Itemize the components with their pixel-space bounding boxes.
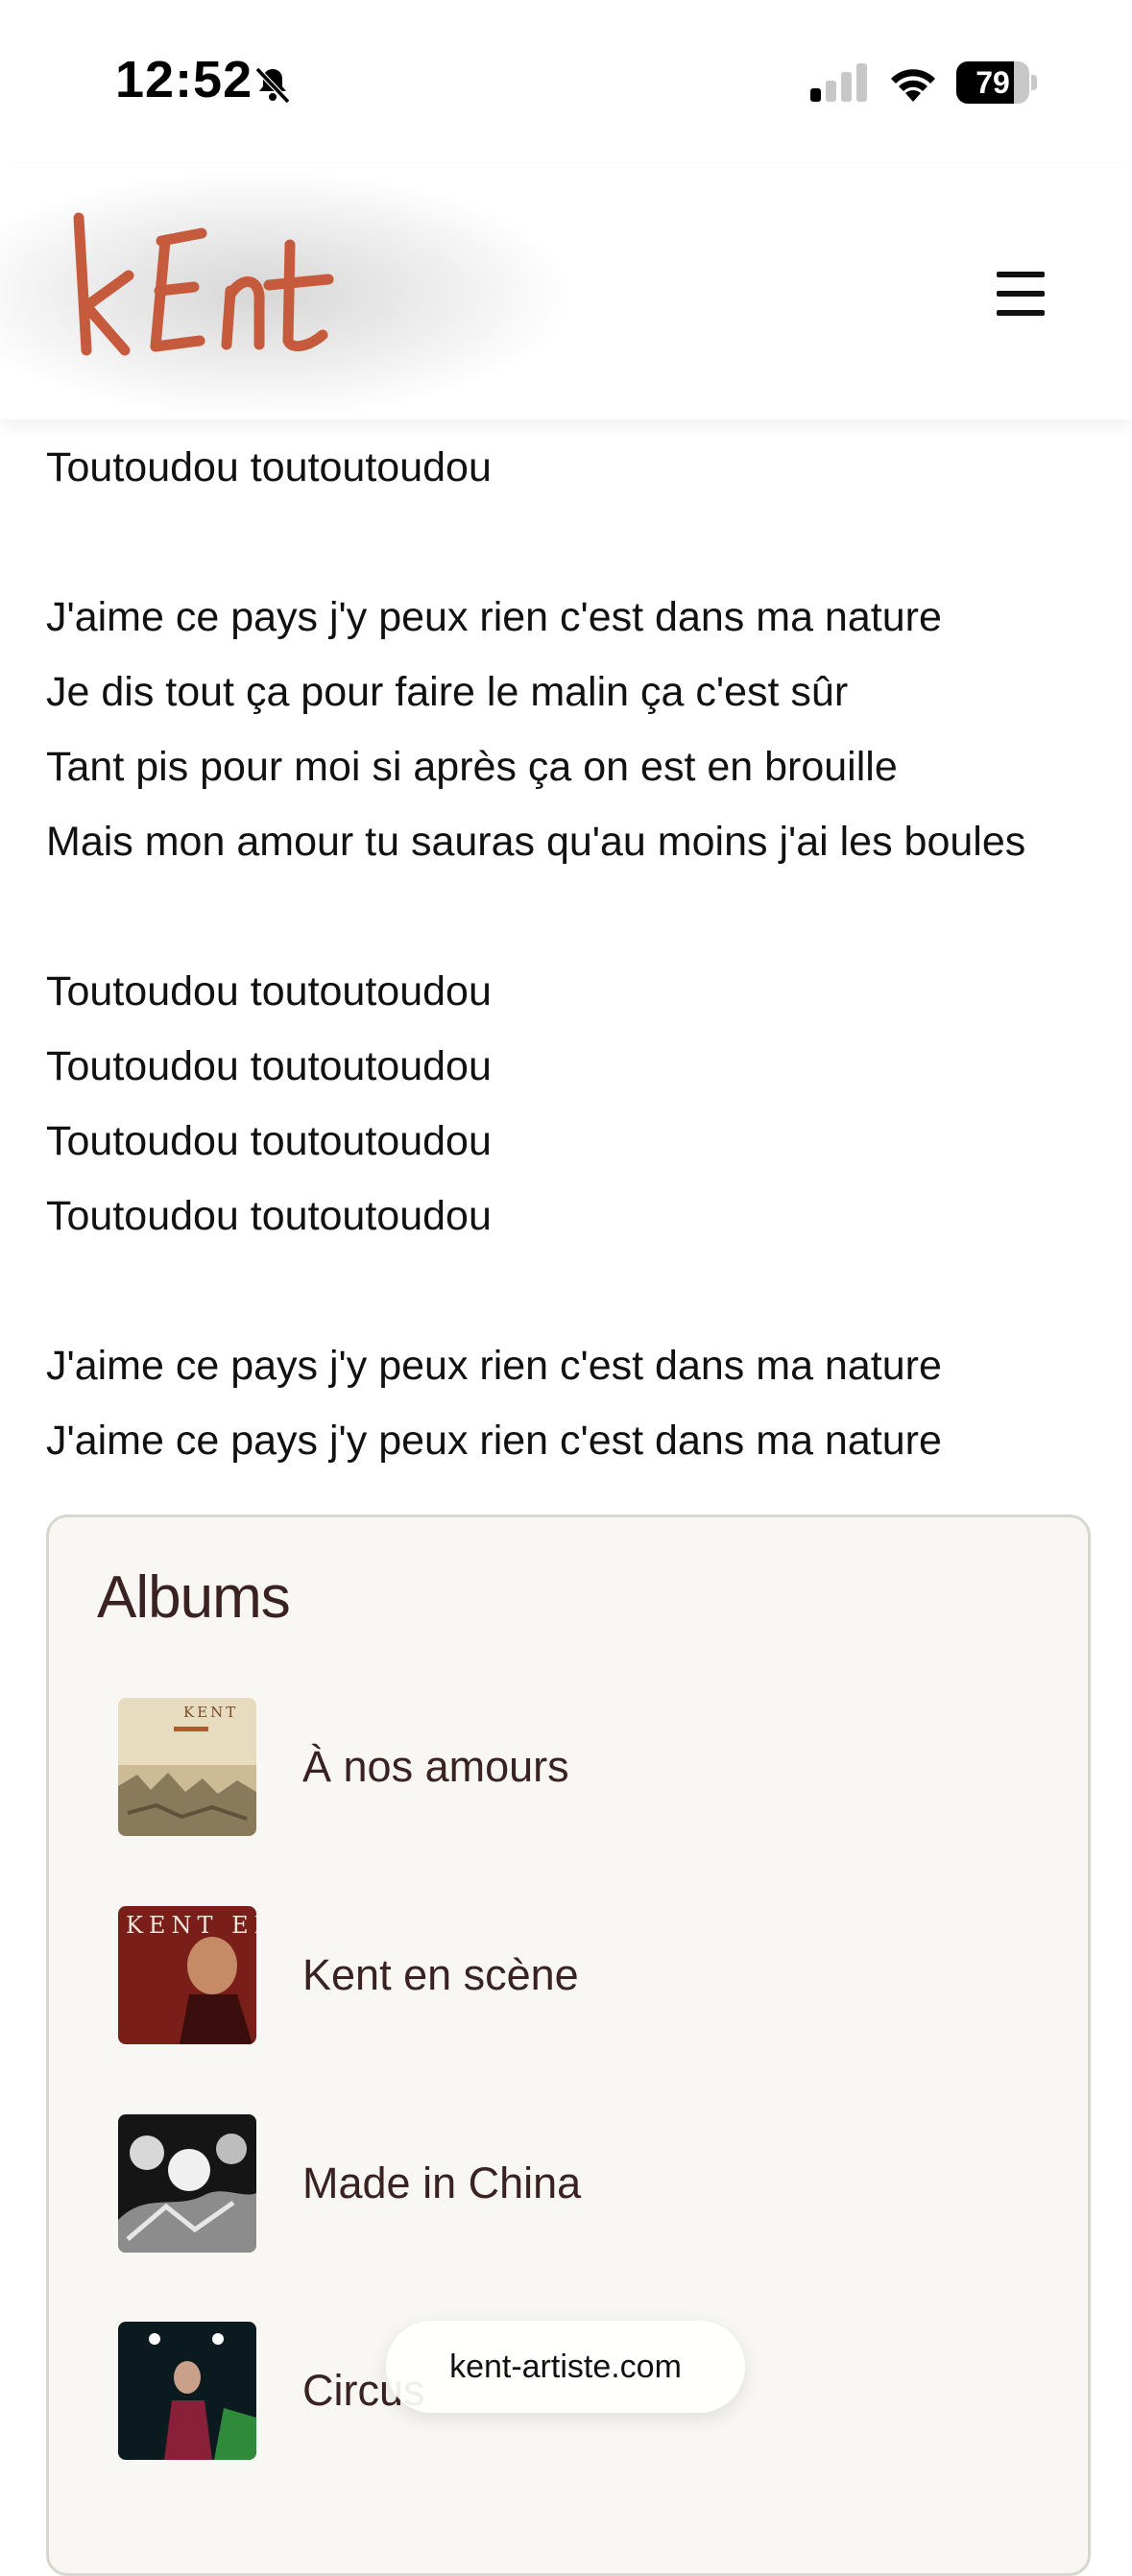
muted-bell-icon xyxy=(254,66,291,105)
kent-en-scene-cover-text: KENT EN SCENE xyxy=(126,1912,256,1939)
a-nos-amours-cover-text: KENT xyxy=(183,1704,238,1721)
album-title: Kent en scène xyxy=(302,1950,579,1999)
browser-address-bar[interactable]: kent-artiste.com xyxy=(386,2321,745,2413)
site-logo[interactable] xyxy=(0,168,576,419)
lyric-line: J'aime ce pays j'y peux rien c'est dans … xyxy=(46,1418,942,1464)
lyric-line: Toutoudou toutoutoudou xyxy=(46,1118,492,1164)
album-cover-kent-en-scene: KENT EN SCENE xyxy=(118,1906,256,2044)
battery-percent: 79 xyxy=(975,65,1010,100)
status-time: 12:52 xyxy=(115,51,253,108)
album-item-a-nos-amours[interactable]: KENT À nos amours xyxy=(118,1698,982,1836)
lyric-line: Toutoudou toutoutoudou xyxy=(46,1043,492,1089)
lyric-line: J'aime ce pays j'y peux rien c'est dans … xyxy=(46,1343,942,1389)
battery-icon: 79 xyxy=(956,61,1037,104)
hamburger-menu-button[interactable] xyxy=(975,250,1068,337)
lyric-line: Toutoudou toutoutoudou xyxy=(46,444,492,490)
song-lyrics: Toutoudou toutoutoudou J'aime ce pays j'… xyxy=(46,430,1102,1553)
album-title: À nos amours xyxy=(302,1742,569,1791)
lyrics-stanza: Toutoudou toutoutoudou Toutoudou toutout… xyxy=(46,954,1102,1253)
wifi-icon xyxy=(891,69,935,102)
status-bar: 12:52 79 xyxy=(0,0,1132,168)
lyric-line: Tant pis pour moi si après ça on est en … xyxy=(46,744,898,790)
albums-card: Albums KENT À nos amours KENT EN SCENE K… xyxy=(46,1515,1091,2576)
lyric-line: J'aime ce pays j'y peux rien c'est dans … xyxy=(46,594,942,640)
albums-heading: Albums xyxy=(97,1564,291,1631)
album-item-made-in-china[interactable]: Made in China xyxy=(118,2114,982,2253)
album-cover-made-in-china xyxy=(118,2114,256,2253)
lyric-line: Je dis tout ça pour faire le malin ça c'… xyxy=(46,669,849,715)
lyrics-stanza: J'aime ce pays j'y peux rien c'est dans … xyxy=(46,1328,1102,1478)
album-item-kent-en-scene[interactable]: KENT EN SCENE Kent en scène xyxy=(118,1906,982,2044)
album-title: Made in China xyxy=(302,2159,582,2207)
lyric-line: Mais mon amour tu sauras qu'au moins j'a… xyxy=(46,819,1026,865)
lyric-line: Toutoudou toutoutoudou xyxy=(46,968,492,1014)
album-cover-circus xyxy=(118,2322,256,2460)
site-header xyxy=(0,168,1132,419)
address-bar-url: kent-artiste.com xyxy=(449,2349,682,2385)
lyrics-stanza: Toutoudou toutoutoudou xyxy=(46,430,1102,505)
lyrics-stanza: J'aime ce pays j'y peux rien c'est dans … xyxy=(46,580,1102,879)
cellular-signal-icon xyxy=(810,63,867,102)
kent-logo xyxy=(73,212,334,356)
lyric-line: Toutoudou toutoutoudou xyxy=(46,1193,492,1239)
album-cover-a-nos-amours: KENT xyxy=(118,1698,256,1836)
